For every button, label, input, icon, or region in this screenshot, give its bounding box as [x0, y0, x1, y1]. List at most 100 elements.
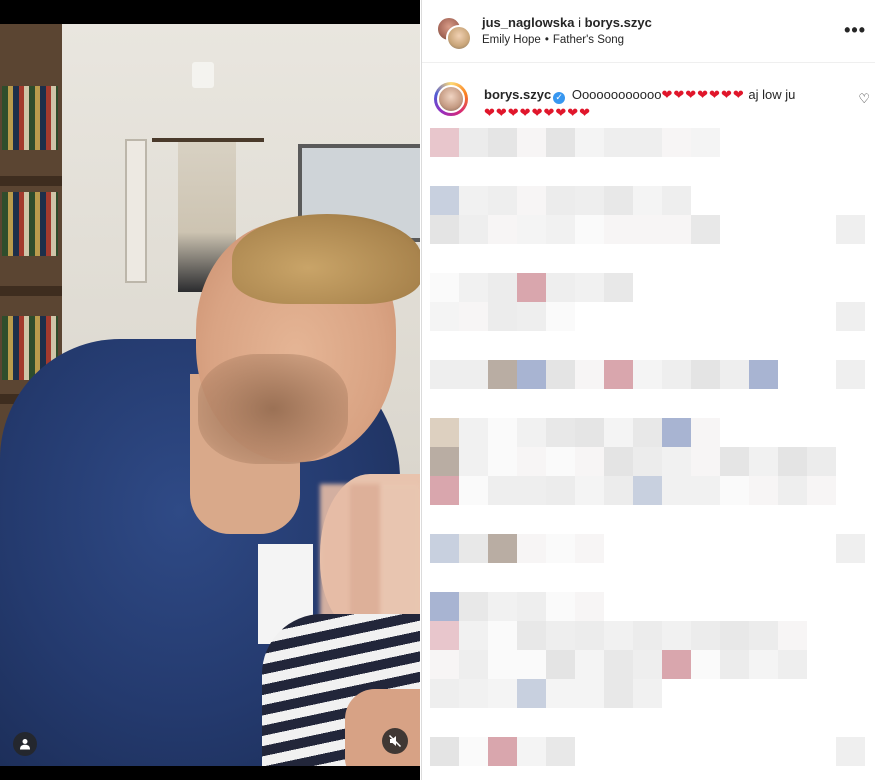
pixel-block	[430, 418, 459, 447]
heart-emojis: ❤❤❤❤❤❤❤	[661, 88, 745, 103]
pixel-block	[459, 650, 488, 679]
pixel-block	[691, 447, 720, 476]
author-link-2[interactable]: borys.szyc	[585, 15, 652, 30]
pixel-block	[836, 215, 865, 244]
pixel-block	[836, 737, 865, 766]
pixel-block	[459, 447, 488, 476]
pixel-block	[575, 476, 604, 505]
pixel-block	[488, 679, 517, 708]
avatar[interactable]	[446, 25, 472, 51]
pixel-block	[662, 650, 691, 679]
pixel-block	[546, 476, 575, 505]
pixel-block	[517, 302, 546, 331]
pixel-block	[575, 360, 604, 389]
pixel-block	[575, 592, 604, 621]
audio-song[interactable]: Father's Song	[553, 34, 624, 46]
pixel-block	[488, 476, 517, 505]
pixel-block	[662, 621, 691, 650]
audio-info[interactable]: Emily Hope • Father's Song	[482, 34, 624, 46]
pixel-block	[430, 650, 459, 679]
pixel-block	[633, 418, 662, 447]
pixel-block	[546, 360, 575, 389]
caption-username[interactable]: borys.szyc	[484, 87, 551, 102]
pixel-block	[546, 128, 575, 157]
pixel-block	[517, 592, 546, 621]
more-options-icon[interactable]: •••	[844, 20, 866, 41]
pixel-block	[517, 650, 546, 679]
pixel-block	[604, 273, 633, 302]
pixel-block	[633, 128, 662, 157]
pixel-block	[604, 476, 633, 505]
pixel-block	[575, 650, 604, 679]
pixel-block	[836, 302, 865, 331]
pixel-block	[604, 418, 633, 447]
post-header: jus_naglowska i borys.szyc Emily Hope • Fa…	[422, 0, 875, 63]
pixel-block	[517, 128, 546, 157]
picture-frame	[125, 139, 147, 283]
pixel-block	[720, 447, 749, 476]
pixel-block	[430, 447, 459, 476]
pixel-block	[575, 679, 604, 708]
pixel-block	[430, 128, 459, 157]
pixel-block	[662, 418, 691, 447]
books	[2, 86, 58, 150]
man-beard	[198, 354, 348, 464]
verified-badge-icon: ✓	[553, 92, 566, 104]
pixel-block	[662, 447, 691, 476]
pixel-block	[459, 302, 488, 331]
pixel-block	[662, 186, 691, 215]
pixel-block	[488, 621, 517, 650]
pixel-block	[604, 186, 633, 215]
pixel-block	[517, 476, 546, 505]
pixel-block	[546, 650, 575, 679]
author-link-1[interactable]: jus_naglowska	[482, 15, 574, 30]
wall-lamp	[192, 62, 214, 88]
audio-artist[interactable]: Emily Hope	[482, 34, 541, 46]
pixel-block	[691, 360, 720, 389]
pixel-block	[517, 621, 546, 650]
pixel-block	[633, 215, 662, 244]
like-heart-icon[interactable]: ♡	[858, 92, 870, 107]
pixel-block	[720, 360, 749, 389]
pixel-block	[604, 128, 633, 157]
author-joiner: i	[574, 15, 585, 30]
pixel-block	[459, 128, 488, 157]
pixel-block	[749, 650, 778, 679]
pixel-block	[488, 273, 517, 302]
pixel-block	[546, 418, 575, 447]
pixel-block	[575, 447, 604, 476]
collab-avatars[interactable]	[436, 16, 472, 51]
pixel-block	[633, 447, 662, 476]
pixel-block	[749, 360, 778, 389]
pixel-block	[430, 592, 459, 621]
pixel-block	[546, 592, 575, 621]
pixel-block	[430, 273, 459, 302]
person-icon[interactable]	[13, 732, 37, 756]
pixel-block	[430, 215, 459, 244]
pixel-block	[691, 215, 720, 244]
author-names: jus_naglowska i borys.szyc	[482, 15, 652, 30]
heart-emojis: ❤❤❤❤❤❤❤❤❤	[484, 106, 592, 121]
pixel-block	[575, 418, 604, 447]
pixel-block	[575, 215, 604, 244]
pixel-block	[604, 679, 633, 708]
pixel-block	[662, 476, 691, 505]
pixel-block	[807, 447, 836, 476]
pixel-block	[546, 534, 575, 563]
pixel-block	[778, 476, 807, 505]
pixel-block	[604, 447, 633, 476]
pixel-block	[807, 476, 836, 505]
pixel-block	[430, 360, 459, 389]
caption-avatar[interactable]	[434, 82, 468, 116]
pixel-block	[459, 737, 488, 766]
pixel-block	[459, 534, 488, 563]
pixel-block	[546, 302, 575, 331]
pixel-block	[430, 302, 459, 331]
pixel-block	[517, 273, 546, 302]
muted-speaker-icon[interactable]	[382, 728, 408, 754]
pixel-block	[488, 650, 517, 679]
post-media[interactable]	[0, 0, 420, 780]
pixel-block	[488, 215, 517, 244]
man-hand	[345, 689, 420, 766]
pixel-block	[488, 128, 517, 157]
